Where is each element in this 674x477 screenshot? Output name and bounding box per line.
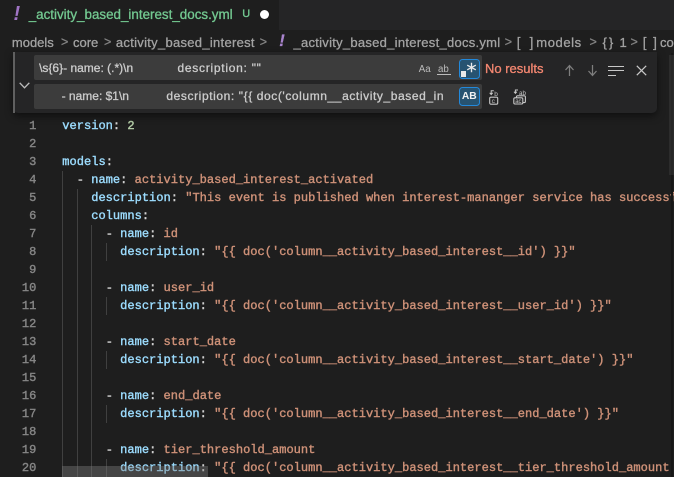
svg-text:ac: ac xyxy=(515,99,521,104)
